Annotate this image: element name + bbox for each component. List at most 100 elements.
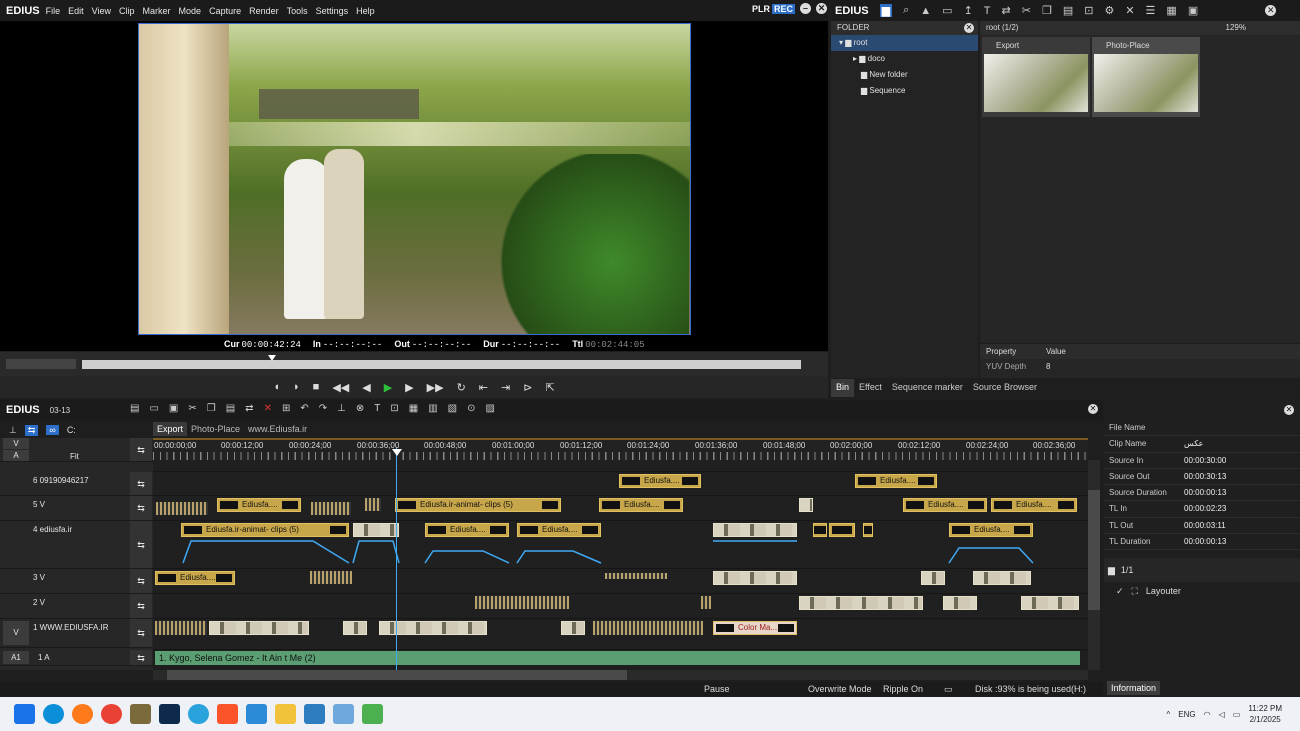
insert-mode-icon[interactable]: ⊥ [9,425,17,436]
sequence-settings-icon[interactable]: ▤ [130,403,139,414]
edius-taskbar-icon[interactable] [362,704,383,724]
tree-root[interactable]: ▾ ▆ root [831,35,978,51]
track-swap-icon[interactable]: ⇆ [130,619,152,647]
timeline-clip-strip[interactable] [155,621,207,635]
bin-clip-photo-place[interactable]: Photo-Place [1092,37,1200,117]
folder-view-icon[interactable]: ▆ [880,4,892,17]
track-swap-icon[interactable]: ⇆ [130,496,152,520]
checkmark-icon[interactable]: ✓ [1116,586,1124,597]
timeline-thumb-clip[interactable] [943,596,977,610]
open-folder-icon[interactable]: ▭ [942,4,952,17]
app-icon[interactable] [246,704,267,724]
track-swap-icon[interactable]: ⇆ [130,594,152,618]
menu-marker[interactable]: Marker [143,6,171,16]
tl-delete-icon[interactable]: ✕ [264,403,272,414]
track-swap-icon[interactable]: ⇆ [130,472,152,495]
list-view-icon[interactable]: ☰ [1146,4,1156,17]
up-icon[interactable]: ▲ [920,5,931,17]
timeline-thumb-clip[interactable] [209,621,309,635]
timeline-clip-strip[interactable] [475,596,569,609]
link-icon[interactable]: ∞ [46,425,58,435]
track-header-4[interactable]: 4 ediusfa.ir⇆ [0,521,153,569]
audio-clip[interactable]: 1. Kygo, Selena Gomez - It Ain t Me (2) [155,651,1080,665]
position-marker-icon[interactable] [268,355,276,361]
tl-marker-icon[interactable]: ▥ [428,403,437,414]
playhead-handle-icon[interactable] [392,449,402,456]
app-icon[interactable] [304,704,325,724]
tray-chevron-icon[interactable]: ^ [1167,710,1171,719]
status-mode[interactable]: Overwrite Mode [808,684,872,694]
search-icon[interactable]: ⌕ [903,4,909,17]
brave-icon[interactable] [217,704,238,724]
seq-tab-photo-place[interactable]: Photo-Place [187,422,244,436]
timeline-clip-strip[interactable] [605,573,667,579]
layouter-row[interactable]: ✓ ⛶ Layouter [1104,582,1300,600]
tab-information[interactable]: Information [1107,681,1160,695]
timeline-thumb-clip[interactable] [343,621,367,635]
rec-toggle[interactable]: REC [772,4,795,14]
overwrite-icon[interactable]: ⇥ [501,381,510,394]
show-in-player-icon[interactable]: ⊡ [1084,4,1093,17]
tab-bin[interactable]: Bin [831,379,854,397]
step-forward-icon[interactable]: ▶ [405,381,413,394]
color-matte-clip[interactable]: Color Ma... [713,621,797,635]
fit-label[interactable]: Fit [70,452,79,461]
info-close-icon[interactable]: ✕ [1284,405,1294,415]
seq-tab-ediusfa[interactable]: www.Ediusfa.ir [244,422,311,436]
seq-tab-export[interactable]: Export [153,422,187,436]
menu-file[interactable]: File [46,6,61,16]
menu-edit[interactable]: Edit [68,6,84,16]
track-tag-a[interactable]: A [3,450,29,461]
track-header-3v[interactable]: 3 V⇆ [0,569,153,594]
rewind-icon[interactable]: ◀◀ [332,381,349,394]
firefox-icon[interactable] [72,704,93,724]
timeline-clip[interactable]: Ediusfa.... [155,571,235,585]
position-bar[interactable] [82,360,801,369]
timeline-thumb-clip[interactable] [799,498,813,512]
timeline-clip[interactable]: Ediusfa.... [599,498,683,512]
timeline-clip[interactable]: Ediusfa.... [903,498,987,512]
bin-clip-export[interactable]: Export [982,37,1090,117]
tl-cut-icon[interactable]: ✂ [188,403,196,414]
tray-clock[interactable]: 11:22 PM 2/1/2025 [1248,703,1282,725]
track-tag-v1[interactable]: V [3,621,29,645]
tree-doco[interactable]: ▸ ▆ doco [831,51,978,67]
stop-icon[interactable]: ■ [313,381,320,393]
timeline-clip[interactable]: Ediusfa.... [855,474,937,488]
timeline-thumb-clip[interactable] [799,596,923,610]
set-out-icon[interactable]: ◗ [293,381,300,393]
tl-paste-icon[interactable]: ▤ [226,403,235,414]
paste-icon[interactable]: ▤ [1063,4,1073,17]
track-header-5v[interactable]: 5 V⇆ [0,496,153,521]
timeline-clip-strip[interactable] [365,498,381,511]
wifi-icon[interactable]: ◠ [1204,710,1211,719]
save-project-icon[interactable]: ▣ [169,403,178,414]
playhead[interactable] [396,448,397,670]
timeline-clip[interactable]: Ediusfa.... [991,498,1077,512]
timeline-clip-strip[interactable] [311,502,351,515]
thumbnail-view-icon[interactable]: ▦ [1166,4,1176,17]
folder-close-icon[interactable]: ✕ [964,23,974,33]
telegram-icon[interactable] [188,704,209,724]
timeline-thumb-clip[interactable] [561,621,585,635]
loop-icon[interactable]: ↻ [457,381,466,394]
track-header-6[interactable]: 6 09190946217⇆ [0,472,153,496]
timeline-clip-strip[interactable] [310,571,352,584]
track-swap-icon[interactable]: ⇆ [130,438,152,461]
redo-icon[interactable]: ↷ [319,403,327,414]
menu-tools[interactable]: Tools [287,6,308,16]
tree-sequence[interactable]: ▆ Sequence [831,83,978,99]
tray-lang[interactable]: ENG [1178,710,1195,719]
tl-replace-icon[interactable]: ⇄ [245,403,253,414]
replace-icon[interactable]: ⇄ [1002,4,1011,17]
close-icon[interactable]: ✕ [816,3,827,14]
tl-copy-icon[interactable]: ❐ [207,403,216,414]
volume-icon[interactable]: ◁ [1219,710,1225,719]
bin-close-icon[interactable]: ✕ [1265,5,1276,16]
timeline-close-icon[interactable]: ✕ [1088,403,1098,414]
timeline-h-scrollbar[interactable] [153,670,1088,680]
toolbox-icon[interactable]: ▣ [1188,4,1198,17]
battery-icon[interactable]: ▭ [1233,710,1241,719]
timeline-thumb-clip[interactable] [921,571,945,585]
play-icon[interactable]: ▶ [384,381,392,394]
